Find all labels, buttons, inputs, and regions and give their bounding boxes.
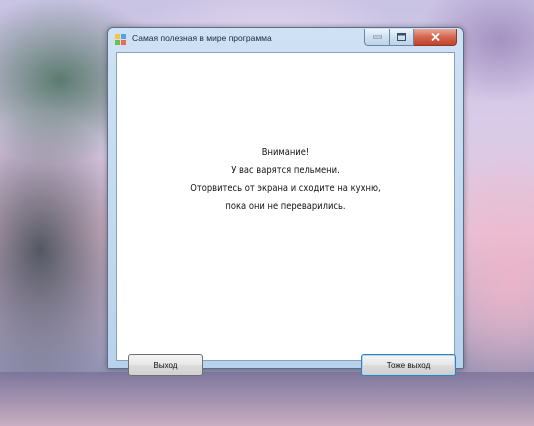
window-controls [364,29,457,46]
minimize-button[interactable] [364,29,390,46]
exit-button[interactable]: Выход [128,354,203,376]
close-icon [430,33,440,41]
exit-too-button[interactable]: Тоже выход [361,354,456,376]
window-title: Самая полезная в мире программа [132,33,272,43]
winforms-app-icon [115,34,126,45]
title-bar[interactable]: Самая полезная в мире программа [108,28,463,52]
close-button[interactable] [414,29,457,46]
message-line-go-to-kitchen: Оторвитесь от экрана и сходите на кухню, [190,183,381,194]
message-text: Внимание! У вас варятся пельмени. Оторви… [137,144,434,216]
message-window: Самая полезная в мире программа Внимание… [107,27,464,376]
message-line-warning: Внимание! [261,147,310,158]
maximize-icon [397,33,406,41]
message-line-pelmeni: У вас варятся пельмени. [231,165,340,176]
message-line-overcooked: пока они не переварились. [225,201,346,212]
minimize-icon [372,35,382,39]
window-client-area: Внимание! У вас варятся пельмени. Оторви… [116,52,456,376]
maximize-button[interactable] [390,29,414,46]
